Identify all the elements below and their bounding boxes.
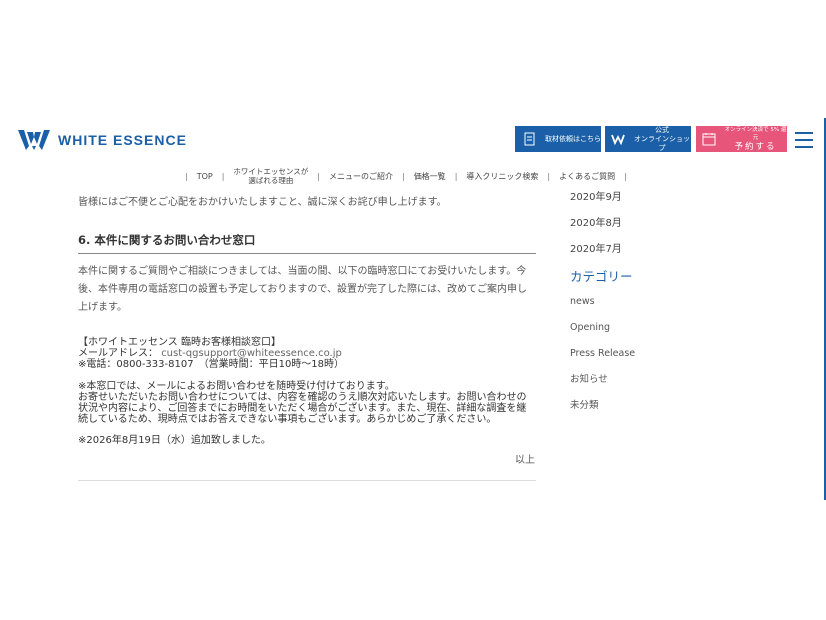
menu-icon[interactable]	[795, 132, 813, 148]
added-note: ※2026年8月19日（水）追加致しました。	[78, 435, 271, 446]
calendar-icon	[702, 133, 716, 146]
apology-text: 皆様にはご不便とご心配をおかけいたしますこと、誠に深くお詫び申し上げます。	[78, 197, 447, 208]
logo-w-icon	[18, 130, 50, 150]
archive-link[interactable]: 2020年7月	[570, 242, 790, 268]
site-logo[interactable]: WHITE ESSENCE	[18, 128, 187, 152]
contact-block: 【ホワイトエッセンス 臨時お客様相談窓口】 メールアドレス： cust-qgsu…	[78, 337, 536, 370]
archive-link[interactable]: 2020年9月	[570, 190, 790, 216]
nav-item-menu[interactable]: メニューのご紹介	[329, 171, 393, 182]
category-link[interactable]: Press Release	[570, 346, 790, 372]
nav-item-clinic-search[interactable]: 導入クリニック検索	[466, 171, 538, 182]
online-shop-label-2: オンラインショップ	[634, 134, 690, 152]
section-body: 本件に関するご質問やご相談につきましては、当面の間、以下の臨時窓口にてお受けいた…	[78, 266, 527, 313]
archive-link[interactable]: 2020年8月	[570, 216, 790, 242]
article-content: 皆様にはご不便とご心配をおかけいたしますこと、誠に深くお詫び申し上げます。 6.…	[78, 195, 536, 481]
nav-item-prices[interactable]: 価格一覧	[414, 171, 446, 182]
divider	[78, 480, 536, 481]
press-request-button[interactable]: 取材依頼はこちら	[515, 126, 601, 152]
logo-text: WHITE ESSENCE	[58, 132, 187, 148]
category-link[interactable]: news	[570, 294, 790, 320]
nav-item-top[interactable]: TOP	[197, 172, 213, 181]
reserve-button[interactable]: オンライン決済で 5% 還元 予約する	[696, 126, 787, 152]
end-mark: 以上	[515, 455, 535, 466]
notes-block: ※本窓口では、メールによるお問い合わせを随時受け付けております。 お寄せいただい…	[78, 381, 536, 425]
document-icon	[524, 132, 535, 146]
category-link[interactable]: Opening	[570, 320, 790, 346]
contact-title: 【ホワイトエッセンス 臨時お客様相談窓口】	[78, 337, 281, 348]
mail-label: メールアドレス：	[78, 348, 158, 359]
category-link[interactable]: お知らせ	[570, 372, 790, 398]
section-heading: 6. 本件に関するお問い合わせ窓口	[78, 232, 536, 254]
category-title: カテゴリー	[570, 269, 633, 284]
sidebar: 2020年9月 2020年8月 2020年7月 カテゴリー news Openi…	[570, 190, 790, 424]
category-link[interactable]: 未分類	[570, 398, 790, 424]
note-1: ※本窓口では、メールによるお問い合わせを随時受け付けております。	[78, 381, 395, 392]
online-shop-label-1: 公式	[655, 125, 669, 134]
mail-address[interactable]: cust-qgsupport@whiteessence.co.jp	[161, 348, 342, 359]
note-2: お寄せいただいたお問い合わせについては、内容を確認のうえ順次対応いたします。お問…	[78, 392, 527, 425]
nav-item-faq[interactable]: よくあるご質問	[559, 171, 615, 182]
reserve-label: 予約する	[734, 141, 777, 152]
phone-text: ※電話：0800-333-8107 （営業時間：平日10時～18時）	[78, 359, 345, 370]
reserve-cashback-label: オンライン決済で 5% 還元	[724, 126, 787, 141]
global-nav: | TOP | ホワイトエッセンスが 選ばれる理由 | メニューのご紹介 | 価…	[185, 167, 627, 185]
online-shop-button[interactable]: 公式 オンラインショップ	[605, 126, 691, 152]
w-logo-icon	[611, 134, 625, 146]
nav-item-reasons[interactable]: ホワイトエッセンスが 選ばれる理由	[233, 167, 308, 185]
press-request-label: 取材依頼はこちら	[545, 134, 601, 143]
